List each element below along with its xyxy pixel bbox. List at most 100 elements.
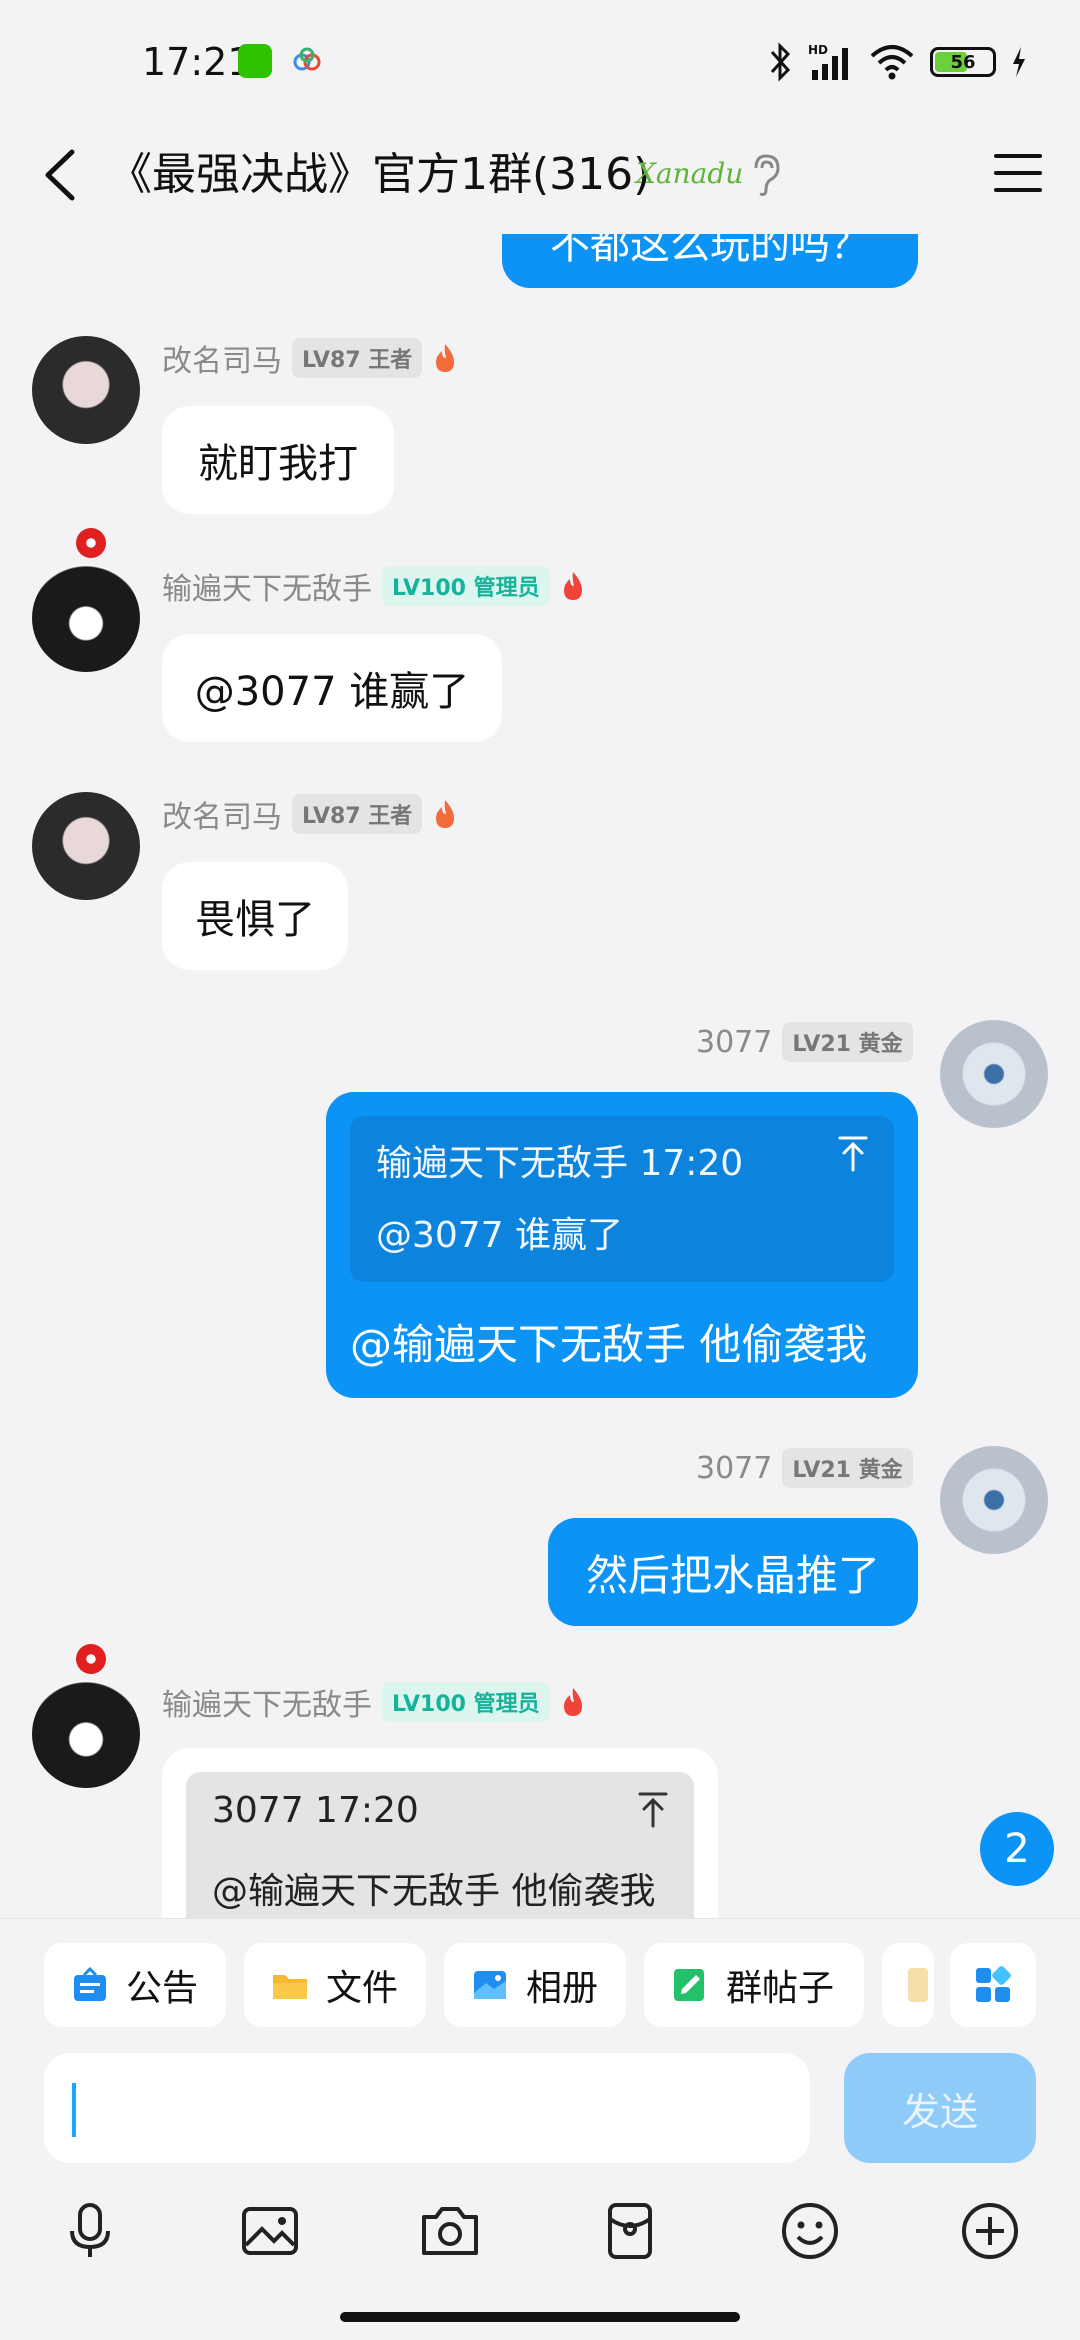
fire-icon — [436, 344, 455, 372]
shortcut-album[interactable]: 相册 — [444, 1943, 626, 2027]
quote-header: 3077 17:20 — [212, 1790, 419, 1831]
avatar[interactable] — [32, 792, 140, 900]
send-button[interactable]: 发送 — [844, 2053, 1036, 2163]
message-bubble[interactable]: 不都这么玩的吗？ — [502, 234, 918, 288]
avatar[interactable] — [940, 1446, 1048, 1554]
status-time: 17:21 — [142, 40, 252, 84]
red-packet-icon — [608, 2203, 652, 2259]
plus-icon — [962, 2203, 1018, 2259]
fire-icon — [436, 800, 455, 828]
message-text: 畏惧了 — [195, 897, 315, 943]
sender-name[interactable]: 3077 — [696, 1451, 772, 1486]
sender-info: 3077 LV21 黄金 — [696, 1022, 913, 1062]
sender-info: 3077 LV21 黄金 — [696, 1448, 913, 1488]
partial-shortcut-icon — [908, 1968, 928, 2002]
message-bubble[interactable]: 就盯我打 — [162, 406, 394, 514]
red-packet-button[interactable] — [592, 2193, 668, 2269]
emoji-button[interactable] — [772, 2193, 848, 2269]
apps-grid-icon — [976, 1966, 1011, 2002]
avatar-decoration — [76, 528, 106, 558]
svg-text:HD: HD — [808, 43, 828, 57]
home-indicator[interactable] — [340, 2312, 740, 2322]
message-text: @3077 谁赢了 — [194, 669, 470, 715]
chat-header: 《最强决战》官方1群(316) Xanadu — [0, 120, 1080, 234]
level-badge: LV87 王者 — [292, 794, 423, 834]
shortcut-label: 相册 — [526, 1968, 599, 2009]
shortcut-more-partial[interactable] — [882, 1943, 934, 2027]
message-bubble[interactable]: 3077 17:20 @输遍天下无敌手 他偷袭我 — [162, 1748, 718, 1918]
sender-info: 改名司马 LV87 王者 — [162, 792, 458, 836]
fire-icon — [563, 572, 582, 600]
avatar[interactable] — [32, 336, 140, 444]
level-badge: LV21 黄金 — [782, 1448, 913, 1488]
sender-name[interactable]: 改名司马 — [162, 792, 282, 836]
group-post-icon — [674, 1969, 704, 2001]
message-text: @输遍天下无敌手 他偷袭我 — [350, 1320, 868, 1369]
shortcut-label: 群帖子 — [726, 1968, 835, 2009]
menu-icon[interactable] — [990, 148, 1046, 198]
camera-button[interactable] — [412, 2193, 488, 2269]
sender-info: 输遍天下无敌手 LV100 管理员 — [162, 564, 586, 608]
quote-header: 输遍天下无敌手 17:20 — [376, 1143, 744, 1184]
jump-to-quote-icon[interactable] — [836, 1134, 870, 1174]
message-bubble[interactable]: @3077 谁赢了 — [162, 634, 502, 742]
status-indicators: HD 56 — [768, 40, 1028, 84]
emoji-icon — [782, 2203, 838, 2259]
ear-mode-icon[interactable] — [748, 152, 784, 198]
battery-indicator: 56 — [930, 47, 996, 77]
group-tag-badge: Xanadu — [636, 156, 744, 190]
quoted-message[interactable]: 输遍天下无敌手 17:20 @3077 谁赢了 — [350, 1116, 894, 1282]
shortcut-files[interactable]: 文件 — [244, 1943, 426, 2027]
sender-name[interactable]: 输遍天下无敌手 — [162, 564, 372, 608]
level-badge: LV100 管理员 — [382, 1682, 550, 1722]
announcement-icon — [74, 1966, 106, 2001]
plus-button[interactable] — [952, 2193, 1028, 2269]
level-badge: LV87 王者 — [292, 338, 423, 378]
quoted-message[interactable]: 3077 17:20 @输遍天下无敌手 他偷袭我 — [186, 1772, 694, 1918]
jump-to-quote-icon[interactable] — [636, 1790, 670, 1830]
more-apps-button[interactable] — [950, 1943, 1036, 2027]
shortcut-label: 文件 — [326, 1968, 399, 2009]
wechat-notification-icon — [238, 44, 272, 78]
quote-text: @输遍天下无敌手 他偷袭我 — [212, 1871, 656, 1912]
message-input[interactable] — [44, 2053, 810, 2163]
message-list[interactable]: 不都这么玩的吗？ 改名司马 LV87 王者 就盯我打 输遍天下无敌手 LV100… — [0, 234, 1080, 1918]
input-panel: 公告 文件 相册 群帖子 发送 — [0, 1918, 1080, 2340]
sender-name[interactable]: 改名司马 — [162, 336, 282, 380]
group-title[interactable]: 《最强决战》官方1群(316) — [108, 138, 650, 202]
back-arrow-icon[interactable] — [34, 140, 90, 210]
charging-icon — [1013, 47, 1025, 77]
message-bubble[interactable]: 畏惧了 — [162, 862, 348, 970]
image-icon — [242, 2207, 298, 2255]
microphone-icon — [70, 2203, 110, 2257]
voice-button[interactable] — [52, 2193, 128, 2269]
message-text: 不都这么玩的吗？ — [550, 234, 870, 268]
wifi-icon — [870, 45, 914, 80]
avatar[interactable] — [32, 564, 140, 672]
camera-icon — [422, 2207, 478, 2255]
avatar[interactable] — [940, 1020, 1048, 1128]
battery-level: 56 — [950, 51, 976, 73]
status-bar: 17:21 HD 56 — [0, 0, 1080, 120]
avatar[interactable] — [32, 1680, 140, 1788]
quote-text: @3077 谁赢了 — [376, 1215, 624, 1256]
fire-icon — [563, 1688, 582, 1716]
message-text: 然后把水晶推了 — [585, 1550, 880, 1600]
unread-count-badge[interactable]: 2 — [980, 1812, 1054, 1886]
album-icon — [474, 1971, 506, 1999]
shortcut-label: 公告 — [126, 1968, 199, 2009]
sender-info: 改名司马 LV87 王者 — [162, 336, 458, 380]
level-badge: LV21 黄金 — [782, 1022, 913, 1062]
cloud-app-icon — [293, 47, 321, 71]
sender-name[interactable]: 3077 — [696, 1025, 772, 1060]
level-badge: LV100 管理员 — [382, 566, 550, 606]
sender-info: 输遍天下无敌手 LV100 管理员 — [162, 1680, 586, 1724]
shortcut-announcement[interactable]: 公告 — [44, 1943, 226, 2027]
image-button[interactable] — [232, 2193, 308, 2269]
message-bubble[interactable]: 然后把水晶推了 — [548, 1518, 918, 1626]
message-bubble[interactable]: 输遍天下无敌手 17:20 @3077 谁赢了 @输遍天下无敌手 他偷袭我 — [326, 1092, 918, 1398]
shortcut-group-posts[interactable]: 群帖子 — [644, 1943, 864, 2027]
avatar-decoration — [76, 1644, 106, 1674]
signal-icon: HD — [808, 43, 848, 80]
sender-name[interactable]: 输遍天下无敌手 — [162, 1680, 372, 1724]
